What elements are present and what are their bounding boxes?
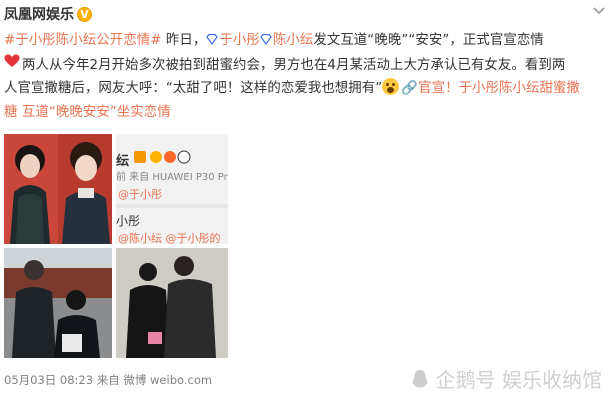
heart-icon [4, 53, 20, 77]
photo-couple[interactable] [116, 248, 228, 358]
badge-icons [134, 150, 196, 167]
username[interactable]: 凤凰网娱乐 [4, 4, 74, 24]
article-link[interactable]: 官宣！于小彤陈小纭甜蜜撒 [418, 81, 580, 96]
photo-street[interactable] [4, 248, 112, 358]
diamond-icon [260, 30, 272, 54]
screenshot-name-2: 小彤 [116, 214, 141, 228]
post-line-4: 糖 互道“晚晚安安”坐实恋情 [4, 101, 606, 125]
qq-penguin-icon [410, 369, 430, 389]
hashtag-link[interactable]: #于小彤陈小纭公开恋情# [4, 33, 162, 48]
photo-portraits[interactable] [4, 134, 112, 244]
mention-link-chenxiaoyun[interactable]: 陈小纭 [273, 33, 313, 48]
divider [116, 204, 228, 208]
watermark-text: 企鹅号 娱乐收纳馆 [435, 368, 602, 392]
screenshot-mention-2: @陈小纭 @于小彤的 [118, 232, 221, 244]
post-text: 两人从今年2月开始多次被拍到甜蜜约会，男方也在4月某活动上大方承认已有女友。看到… [22, 58, 566, 73]
screenshot-device: 前 来自 HUAWEI P30 Pro [116, 172, 228, 183]
chevron-down-icon[interactable] [592, 4, 606, 18]
post-content: #于小彤陈小纭公开恋情# 昨日， 于小彤 陈小纭发文互道“晚晚”“安安”，正式官宣恋… [4, 29, 606, 125]
screenshot-mention: @于小彤 [118, 188, 162, 201]
post-line-3: 人官宣撒糖后，网友大呼：“太甜了吧！这样的恋爱我也想拥有” 🔗官宣！于小彤陈小纭甜… [4, 77, 606, 101]
post-text: 发文互道“晚晚”“安安”，正式官宣恋情 [313, 33, 544, 48]
link-icon: 🔗 [401, 81, 419, 96]
screenshot-name: 纭 [116, 154, 130, 169]
post-text: 昨日， [161, 33, 207, 48]
post-line-2: 两人从今年2月开始多次被拍到甜蜜约会，男方也在4月某活动上大方承认已有女友。看到… [4, 53, 606, 77]
post-meta: 05月03日 08:23 来自 微博 weibo.com [4, 373, 213, 387]
post-header: 凤凰网娱乐 V [4, 3, 92, 25]
diamond-icon [206, 30, 219, 54]
post-line-1: #于小彤陈小纭公开恋情# 昨日， 于小彤 陈小纭发文互道“晚晚”“安安”，正式官宣恋… [4, 29, 606, 53]
mention-link-yuxiaotong[interactable]: 于小彤 [219, 33, 259, 48]
post-text: 人官宣撒糖后，网友大呼：“太甜了吧！这样的恋爱我也想拥有” [4, 81, 383, 96]
verified-icon: V [77, 6, 92, 22]
article-link-continued[interactable]: 糖 互道“晚晚安安”坐实恋情 [4, 105, 171, 120]
surprised-face-icon [382, 78, 400, 95]
photo-weibo-screenshot[interactable]: 纭 前 来自 HUAWEI P30 Pro @于小彤 小彤 @陈小纭 @于小彤的 [116, 134, 228, 244]
watermark: 企鹅号 娱乐收纳馆 [410, 364, 602, 393]
